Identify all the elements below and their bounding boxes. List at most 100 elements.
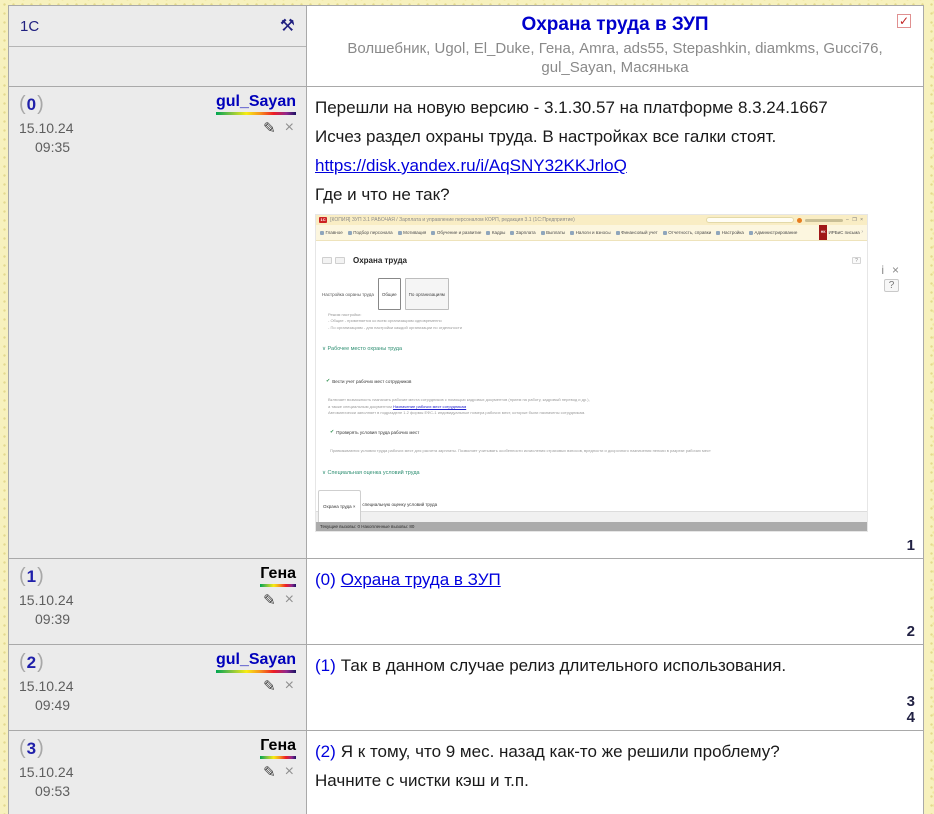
attachment-close-icon[interactable]: × [892, 263, 899, 277]
rainbow-underline [260, 584, 296, 587]
reply-ref-link[interactable]: 3 [907, 694, 915, 710]
edit-icon[interactable]: ✎ [263, 119, 276, 137]
1c-menu-item: Администрирование [749, 225, 797, 241]
delete-icon[interactable]: × [285, 677, 294, 695]
screenshot-line: ∨ Рабочее место охраны труда [322, 335, 861, 364]
1c-mode-button: Общие [378, 278, 401, 310]
post-time: 09:39 [9, 609, 306, 627]
delete-icon[interactable]: × [285, 591, 294, 609]
1c-menu-item: Финансовый учет [616, 225, 658, 241]
header-left-cell: 1C ⚒ [9, 6, 307, 86]
edit-icon[interactable]: ✎ [263, 677, 276, 695]
1c-menu-item: НКИРБиС письма› [819, 225, 863, 241]
delete-icon[interactable]: × [285, 119, 294, 137]
1c-page-title: Охрана труда [353, 246, 407, 275]
post-author[interactable]: gul_Sayan [216, 93, 296, 112]
post-meta: (3) Гена 15.10.24 ✎ × 09:53 [9, 731, 307, 814]
attached-screenshot[interactable]: 1С [КОПИЯ] ЗУП 3.1 РАБОЧАЯ / Зарплата и … [315, 214, 868, 532]
checkbox-checked-icon: ✔ [330, 430, 334, 435]
reply-ref-link[interactable]: 2 [907, 624, 915, 640]
menu-item-icon [616, 231, 620, 235]
screenshot-line: ✔Проверять условия труда рабочих мест [330, 418, 861, 447]
1c-titlebar: 1С [КОПИЯ] ЗУП 3.1 РАБОЧАЯ / Зарплата и … [316, 215, 867, 225]
topic-participants: Волшебник, Ugol, El_Duke, Гена, Amra, ad… [337, 39, 893, 77]
post-author[interactable]: Гена [260, 737, 296, 756]
post-number[interactable]: (2) [19, 651, 44, 674]
post-meta: (1) Гена 15.10.24 ✎ × 09:39 [9, 559, 307, 644]
menu-item-icon [510, 231, 514, 235]
post-number[interactable]: (3) [19, 737, 44, 760]
post-number[interactable]: (1) [19, 565, 44, 588]
reply-ref-inline[interactable]: (0) [315, 570, 336, 589]
menu-item-icon [541, 231, 545, 235]
edit-icon[interactable]: ✎ [263, 763, 276, 781]
nk-badge-icon: НК [819, 225, 827, 241]
1c-menu-item: Подбор персонала [348, 225, 393, 241]
header-right-cell: Охрана труда в ЗУП Волшебник, Ugol, El_D… [307, 6, 923, 86]
reply-ref-inline[interactable]: (1) [315, 656, 336, 675]
1c-form-body: Охрана труда ? Настройка охраны труда Об… [316, 241, 867, 532]
screenshot-line: - По организациям - для настройки каждой… [328, 325, 861, 330]
menu-item-icon [749, 231, 753, 235]
post-body: Перешли на новую версию - 3.1.30.57 на п… [307, 87, 923, 558]
screenshot-line: Автоматически заполняет в подразделе 1.2… [328, 410, 861, 415]
screenshot-line: Режим настройки: [328, 312, 861, 317]
message-text: Я к тому, что 9 мес. назад как-то же реш… [341, 742, 780, 761]
tools-icon[interactable]: ⚒ [280, 16, 295, 36]
post-number[interactable]: (0) [19, 93, 44, 116]
yandex-disk-link[interactable]: https://disk.yandex.ru/i/AqSNY32KKJrloQ [315, 156, 627, 175]
attachment-info-icon[interactable]: i [881, 263, 884, 277]
rainbow-underline [216, 112, 296, 115]
section-search[interactable]: 1C ⚒ [9, 6, 306, 47]
reply-ref-inline[interactable]: (2) [315, 742, 336, 761]
topic-header-row: 1C ⚒ Охрана труда в ЗУП Волшебник, Ugol,… [9, 6, 923, 86]
post-meta: (0) gul_Sayan 15.10.24 ✎ × 09:35 [9, 87, 307, 558]
1c-help-icon: ? [852, 257, 861, 264]
post-date: 15.10.24 [19, 592, 74, 608]
1c-menu-item: Зарплата [510, 225, 535, 241]
screenshot-line: ✔Вести учет рабочих мест сотрудников [326, 367, 861, 396]
menu-item-icon [663, 231, 667, 235]
post-row: (1) Гена 15.10.24 ✎ × 09:39 (0) Охрана тр… [9, 558, 923, 644]
post-date: 15.10.24 [19, 764, 74, 780]
1c-menu-item: Главное [320, 225, 343, 241]
checkbox-checked-icon: ✔ [326, 379, 330, 384]
1c-mode-button: По организациям [405, 278, 449, 310]
1c-menu-item: Мотивация [398, 225, 427, 241]
screenshot-line: а также специальным документом Назначени… [328, 404, 861, 409]
back-arrow-icon [322, 257, 332, 264]
delete-icon[interactable]: × [285, 763, 294, 781]
post-body: (0) Охрана труда в ЗУП 2 [307, 559, 923, 644]
menu-item-icon [348, 231, 352, 235]
post-author[interactable]: Гена [260, 565, 296, 584]
1c-user-name [805, 219, 843, 222]
topic-link[interactable]: Охрана труда в ЗУП [341, 570, 501, 589]
1c-statusbar: Текущие вызовы: 0 Накопленные вызовы: 80 [316, 522, 867, 531]
monitor-checkbox[interactable]: ✓ [897, 14, 911, 28]
1c-menu-item: Отчетность, справки [663, 225, 712, 241]
reply-ref-link[interactable]: 1 [907, 538, 915, 554]
edit-icon[interactable]: ✎ [263, 591, 276, 609]
menu-item-icon [431, 231, 435, 235]
post-body: (1)Так в данном случае релиз длительного… [307, 645, 923, 730]
reply-ref-link[interactable]: 4 [907, 710, 915, 726]
1c-menu-item: Кадры [486, 225, 505, 241]
section-label: 1C [20, 18, 39, 35]
1c-menu-item: Обучение и развитие [431, 225, 481, 241]
1c-logo: 1С [319, 217, 327, 223]
topic-title: Охрана труда в ЗУП [337, 13, 893, 37]
1c-settings-label: Настройка охраны труда [322, 280, 374, 309]
1c-menubar: Главное Подбор персонала МотивацияОбучение… [316, 225, 867, 241]
menu-overflow-icon: › [861, 225, 863, 241]
message-text: Где и что не так? [315, 180, 913, 209]
menu-item-icon [716, 231, 720, 235]
menu-item-icon [570, 231, 574, 235]
help-button[interactable]: ? [884, 279, 899, 292]
menu-item-icon [486, 231, 490, 235]
post-row: (2) gul_Sayan 15.10.24 ✎ × 09:49 (1)Так … [9, 644, 923, 730]
forward-arrow-icon [335, 257, 345, 264]
message-text: Исчез раздел охраны труда. В настройках … [315, 122, 913, 151]
menu-item-icon [398, 231, 402, 235]
menu-item-icon [320, 231, 324, 235]
post-author[interactable]: gul_Sayan [216, 651, 296, 670]
